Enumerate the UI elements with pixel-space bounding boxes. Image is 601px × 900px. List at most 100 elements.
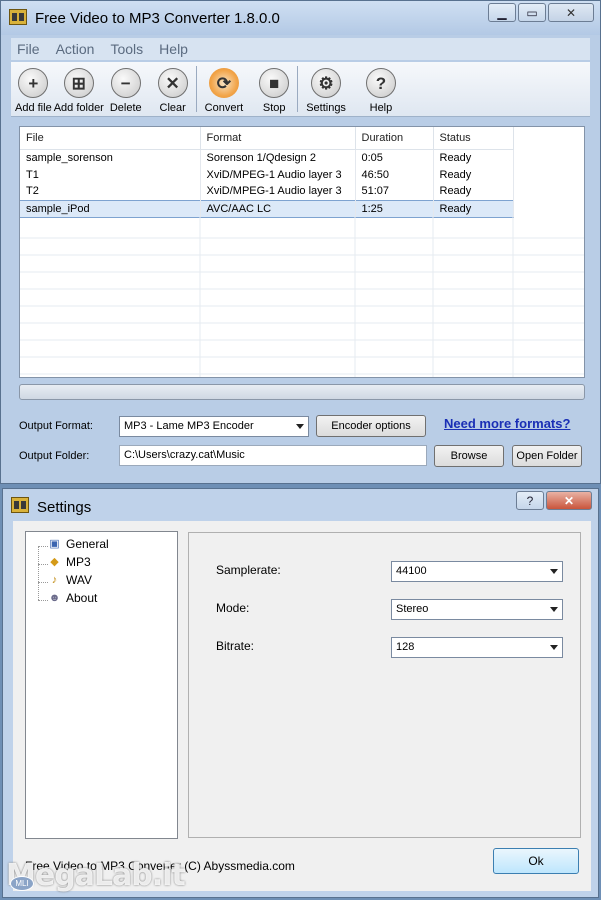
table-row[interactable]: sample_sorenson Sorenson 1/Qdesign 2 0:0… [20,149,514,166]
add-file-label: Add file [15,102,52,114]
window-title: Free Video to MP3 Converter 1.8.0.0 [35,10,280,27]
tree-connector [38,546,39,600]
watermark-badge: MLI [10,876,34,891]
table-row[interactable]: T2 XviD/MPEG-1 Audio layer 3 51:07 Ready [20,183,514,200]
open-folder-button[interactable]: Open Folder [512,445,582,467]
cell-file: sample_sorenson [20,149,201,166]
settings-title: Settings [37,499,92,516]
ok-button[interactable]: Ok [493,848,579,874]
menu-help[interactable]: Help [159,41,188,57]
column-header-format[interactable]: Format [200,127,356,150]
cell-format: XviD/MPEG-1 Audio layer 3 [200,183,356,200]
bitrate-value: 128 [396,641,415,653]
chevron-down-icon [550,645,558,650]
cell-duration: 0:05 [355,149,434,166]
tree-connector [38,564,48,565]
settings-button[interactable]: ⚙ Settings [306,62,346,117]
add-folder-icon: ⊞ [63,68,94,98]
convert-button[interactable]: ⟳ Convert [204,62,244,117]
clear-button[interactable]: ✕ Clear [157,62,188,117]
toolbar: + Add file ⊞ Add folder − Delete ✕ Clear… [11,62,590,117]
cell-format: Sorenson 1/Qdesign 2 [200,149,356,166]
watermark-logo: MegaLab.it [6,858,186,893]
tree-item-label: General [66,537,109,551]
close-icon: ✕ [565,5,577,20]
tree-connector [38,600,48,601]
tree-item-wav[interactable]: ♪ WAV [48,573,92,587]
cell-status: Ready [433,166,514,183]
cell-file: T1 [20,166,201,183]
x-icon: ✕ [157,68,188,98]
column-header-file[interactable]: File [20,127,201,150]
convert-label: Convert [204,102,244,114]
delete-button[interactable]: − Delete [110,62,142,117]
add-folder-label: Add folder [53,102,104,114]
samplerate-select[interactable]: 44100 [391,561,563,582]
maximize-button[interactable]: ▭ [518,3,546,22]
main-titlebar[interactable]: Free Video to MP3 Converter 1.8.0.0 ▁ ▭ … [1,1,600,35]
tree-item-label: MP3 [66,555,91,569]
cell-format: XviD/MPEG-1 Audio layer 3 [200,166,356,183]
mode-label: Mode: [216,601,250,615]
clear-label: Clear [159,102,186,114]
chevron-down-icon [296,424,304,429]
tree-connector [38,546,48,547]
help-title-button[interactable]: ? [516,491,544,510]
need-more-formats-link[interactable]: Need more formats? [444,416,570,431]
cell-duration: 1:25 [355,199,434,218]
tree-item-mp3[interactable]: ◆ MP3 [48,555,91,569]
cell-status: Ready [433,183,514,200]
table-row-selected[interactable]: sample_iPod AVC/AAC LC 1:25 Ready [20,199,514,218]
add-file-button[interactable]: + Add file [15,62,52,117]
bitrate-select[interactable]: 128 [391,637,563,658]
menu-file[interactable]: File [17,41,40,57]
settings-body: ▣ General ◆ MP3 ♪ WAV ☻ About Samplerate… [13,521,591,891]
settings-close-button[interactable]: ✕ [546,491,592,510]
tree-item-about[interactable]: ☻ About [48,591,98,605]
menu-action[interactable]: Action [56,41,95,57]
gear-icon: ⚙ [311,68,342,98]
output-folder-label: Output Folder: [19,450,90,462]
delete-label: Delete [109,102,142,114]
table-row[interactable]: T1 XviD/MPEG-1 Audio layer 3 46:50 Ready [20,166,514,183]
output-format-select[interactable]: MP3 - Lame MP3 Encoder [119,416,309,437]
browse-button[interactable]: Browse [434,445,504,467]
help-button[interactable]: ? Help [365,62,396,117]
samplerate-value: 44100 [396,565,427,577]
settings-dialog: Settings ? ✕ ▣ General ◆ MP3 ♪ WAV ☻ Abo… [2,488,599,898]
general-icon: ▣ [49,537,60,550]
tree-connector [38,582,48,583]
minimize-icon: ▁ [497,5,507,20]
cell-format: AVC/AAC LC [200,199,356,218]
encoder-options-button[interactable]: Encoder options [316,415,426,437]
toolbar-separator [297,66,299,112]
cell-duration: 46:50 [355,166,434,183]
tree-item-label: About [66,591,98,605]
cell-file: sample_iPod [20,199,201,218]
settings-tree[interactable]: ▣ General ◆ MP3 ♪ WAV ☻ About [25,531,178,839]
help-label: Help [369,102,393,114]
app-film-icon [9,9,27,25]
mode-select[interactable]: Stereo [391,599,563,620]
file-list[interactable]: File Format Duration Status sample_soren… [19,126,585,378]
minus-icon: − [110,68,141,98]
stop-label: Stop [262,102,286,114]
main-window: Free Video to MP3 Converter 1.8.0.0 ▁ ▭ … [0,0,601,484]
cell-file: T2 [20,183,201,200]
menubar: File Action Tools Help [11,38,590,60]
tree-item-label: WAV [66,573,92,587]
add-folder-button[interactable]: ⊞ Add folder [54,62,104,117]
output-folder-input[interactable]: C:\Users\crazy.cat\Music [119,445,427,466]
mp3-icon: ◆ [50,555,59,568]
column-header-status[interactable]: Status [433,127,514,150]
close-button[interactable]: ✕ [548,3,594,22]
menu-tools[interactable]: Tools [110,41,143,57]
output-format-label: Output Format: [19,420,93,432]
minimize-button[interactable]: ▁ [488,3,516,22]
samplerate-label: Samplerate: [216,563,281,577]
stop-button[interactable]: ■ Stop [259,62,290,117]
close-icon: ✕ [563,493,575,508]
column-header-duration[interactable]: Duration [355,127,434,150]
cell-status: Ready [433,149,514,166]
tree-item-general[interactable]: ▣ General [48,537,109,551]
